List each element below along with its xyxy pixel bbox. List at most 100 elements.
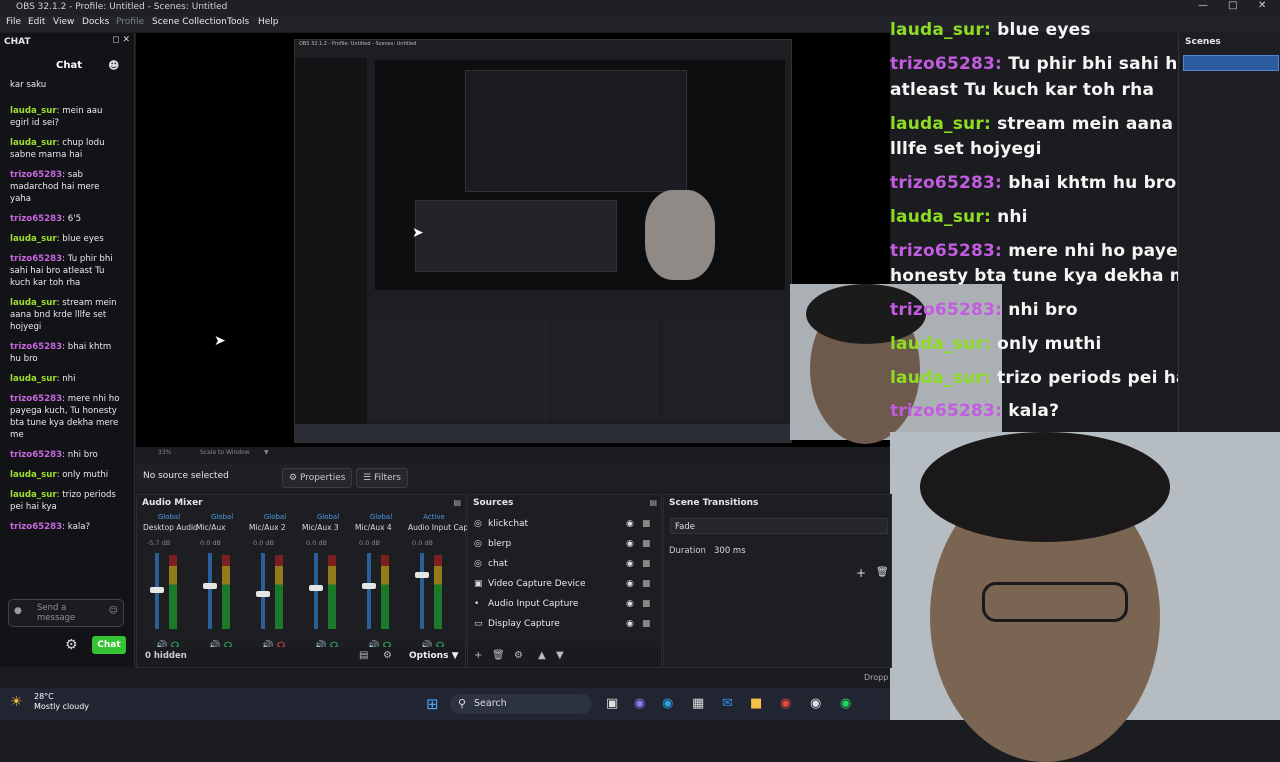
visibility-eye-icon[interactable]: ◉	[626, 575, 634, 593]
channel-group[interactable]: Global	[141, 513, 197, 521]
mixer-options-button[interactable]: Options ▼	[409, 651, 459, 661]
chat-username[interactable]: trizo65283	[10, 170, 62, 180]
teams-icon[interactable]: ◉	[634, 696, 645, 711]
menu-tools[interactable]: Tools	[227, 17, 249, 27]
chat-username[interactable]: lauda_sur	[10, 234, 57, 244]
menu-help[interactable]: Help	[258, 17, 279, 27]
volume-fader[interactable]	[420, 553, 424, 629]
channel-group[interactable]: Global	[353, 513, 409, 521]
outlook-icon[interactable]: ✉	[722, 696, 733, 711]
source-item[interactable]: ◎ chat ◉ ■	[474, 555, 654, 573]
visibility-eye-icon[interactable]: ◉	[626, 535, 634, 553]
menu-docks[interactable]: Docks	[82, 17, 109, 27]
users-icon[interactable]: ☻	[108, 59, 119, 72]
chat-username[interactable]: lauda_sur	[10, 138, 57, 148]
fader-knob[interactable]	[256, 591, 270, 597]
scene-item-selected[interactable]	[1183, 55, 1279, 71]
channel-name[interactable]: Desktop Audio	[143, 523, 198, 532]
channel-group[interactable]: Global	[247, 513, 303, 521]
menu-scene-collection[interactable]: Scene Collection	[152, 17, 227, 27]
filters-button[interactable]: ☰ Filters	[356, 468, 408, 488]
lock-icon[interactable]: ■	[642, 535, 651, 553]
task-view-icon[interactable]: ▣	[606, 696, 618, 711]
source-item[interactable]: • Audio Input Capture ◉ ■	[474, 595, 654, 613]
channel-name[interactable]: Mic/Aux	[196, 523, 226, 532]
spotify-icon[interactable]: ◉	[840, 696, 851, 711]
volume-fader[interactable]	[208, 553, 212, 629]
add-transition-icon[interactable]: +	[856, 566, 866, 580]
chat-username[interactable]: trizo65283	[10, 214, 62, 224]
lock-icon[interactable]: ■	[642, 575, 651, 593]
source-item[interactable]: ◎ klickchat ◉ ■	[474, 515, 654, 533]
remove-transition-icon[interactable]: 🗑	[876, 567, 889, 578]
taskbar-search[interactable]: ⚲ Search	[450, 694, 592, 714]
chat-username[interactable]: lauda_sur	[10, 470, 57, 480]
visibility-eye-icon[interactable]: ◉	[626, 555, 634, 573]
visibility-eye-icon[interactable]: ◉	[626, 515, 634, 533]
source-item[interactable]: ◎ blerp ◉ ■	[474, 535, 654, 553]
channel-name[interactable]: Mic/Aux 4	[355, 523, 392, 532]
transition-select[interactable]: Fade	[670, 518, 888, 534]
maximize-icon[interactable]: □	[1228, 0, 1237, 11]
chat-username[interactable]: lauda_sur	[10, 374, 57, 384]
chat-username[interactable]: trizo65283	[10, 254, 62, 264]
close-icon[interactable]: ✕	[1258, 0, 1266, 11]
properties-button[interactable]: ⚙ Properties	[282, 468, 353, 488]
minimize-icon[interactable]: —	[1198, 0, 1208, 11]
chat-username[interactable]: trizo65283	[10, 394, 62, 404]
trash-icon[interactable]: 🗑	[492, 650, 505, 661]
chat-username[interactable]: lauda_sur	[10, 298, 57, 308]
link-icon[interactable]: ⚙	[383, 650, 392, 661]
menu-view[interactable]: View	[53, 17, 74, 27]
move-down-icon[interactable]: ▼	[556, 650, 564, 661]
fader-knob[interactable]	[150, 587, 164, 594]
settings-gear-icon[interactable]: ⚙	[65, 637, 78, 653]
layout-icon[interactable]: ▤	[359, 650, 368, 661]
fader-knob[interactable]	[415, 572, 429, 578]
chat-username[interactable]: lauda_sur	[10, 490, 57, 500]
gear-icon[interactable]: ⚙	[514, 650, 523, 661]
channel-group[interactable]: Global	[300, 513, 356, 521]
weather-icon[interactable]: ☀	[10, 694, 23, 710]
dock-menu-icon[interactable]: ▤	[453, 498, 461, 507]
duration-input[interactable]: 300 ms	[714, 546, 746, 556]
chat-username[interactable]: trizo65283	[10, 450, 62, 460]
chat-username[interactable]: trizo65283	[10, 342, 62, 352]
channel-name[interactable]: Mic/Aux 3	[302, 523, 339, 532]
menu-file[interactable]: File	[6, 17, 21, 27]
dock-menu-icon[interactable]: ▤	[649, 498, 657, 507]
move-up-icon[interactable]: ▲	[538, 650, 546, 661]
lock-icon[interactable]: ■	[642, 515, 651, 533]
chrome-icon[interactable]: ◉	[780, 696, 791, 711]
start-icon[interactable]: ⊞	[426, 695, 439, 713]
volume-fader[interactable]	[367, 553, 371, 629]
source-item[interactable]: ▭ Display Capture ◉ ■	[474, 615, 654, 633]
chat-username[interactable]: lauda_sur	[10, 106, 57, 116]
visibility-eye-icon[interactable]: ◉	[626, 615, 634, 633]
fader-knob[interactable]	[362, 583, 376, 590]
lock-icon[interactable]: ■	[642, 555, 651, 573]
source-item[interactable]: ▣ Video Capture Device ◉ ■	[474, 575, 654, 593]
send-message-input[interactable]: ● Send a message ☺	[8, 599, 124, 627]
preview-canvas[interactable]: OBS 32.1.2 - Profile: Untitled - Scenes:…	[136, 33, 890, 447]
chat-send-button[interactable]: Chat	[92, 636, 126, 654]
obs-icon[interactable]: ◉	[810, 696, 821, 711]
channel-group[interactable]: Active	[406, 513, 462, 521]
fader-knob[interactable]	[309, 584, 323, 591]
menu-profile[interactable]: Profile	[116, 17, 144, 27]
volume-fader[interactable]	[314, 553, 318, 629]
weather-widget[interactable]: 28°C Mostly cloudy	[34, 692, 89, 712]
lock-icon[interactable]: ■	[642, 615, 651, 633]
emoji-icon[interactable]: ☺	[109, 606, 118, 616]
dock-float-close-icon[interactable]: ◻ ✕	[112, 35, 130, 45]
menu-edit[interactable]: Edit	[28, 17, 45, 27]
folder-icon[interactable]: ■	[750, 696, 762, 711]
zoom-dropdown-icon[interactable]: ▼	[264, 449, 269, 456]
chat-username[interactable]: trizo65283	[10, 522, 62, 532]
fader-knob[interactable]	[203, 583, 217, 590]
edge-icon[interactable]: ◉	[662, 696, 673, 711]
zoom-mode[interactable]: Scale to Window	[200, 449, 250, 456]
store-icon[interactable]: ▦	[692, 696, 704, 711]
channel-group[interactable]: Global	[194, 513, 250, 521]
add-icon[interactable]: +	[474, 650, 482, 661]
